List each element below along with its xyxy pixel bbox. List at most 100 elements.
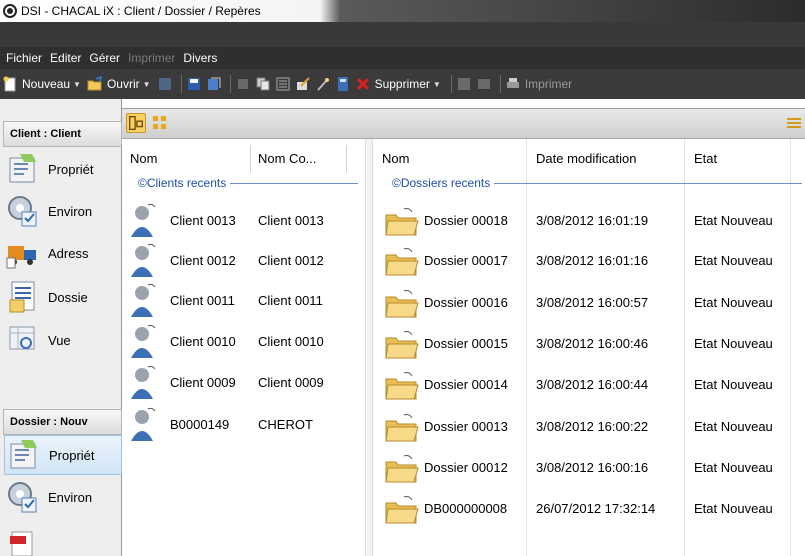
table-row[interactable]: Dossier 00013 3/08/2012 16:00:22 Etat No… bbox=[374, 407, 804, 447]
table-row[interactable]: Client 0013 Client 0013 bbox=[122, 201, 362, 241]
dossier-section-header[interactable]: Dossier : Nouv bbox=[3, 409, 122, 435]
dossier-date: 3/08/2012 16:00:57 bbox=[536, 295, 649, 310]
wizard-icon[interactable] bbox=[315, 76, 331, 92]
sidebar-item-label: Propriét bbox=[49, 447, 95, 463]
list-options-icon[interactable] bbox=[784, 113, 804, 133]
table-row[interactable]: Client 0011 Client 0011 bbox=[122, 281, 362, 321]
folder-icon bbox=[385, 330, 419, 359]
edit-icon[interactable] bbox=[295, 76, 311, 92]
table-row[interactable]: Client 0012 Client 0012 bbox=[122, 241, 362, 281]
dossier-nom: Dossier 00014 bbox=[424, 377, 508, 392]
sidebar-item-label: Adress bbox=[48, 245, 89, 261]
pdf-icon bbox=[10, 531, 33, 556]
toolbar-separator bbox=[499, 75, 501, 93]
save-all-icon[interactable] bbox=[206, 76, 222, 92]
sidebar-item-dossier-pdf[interactable] bbox=[4, 519, 122, 556]
clients-group-header[interactable]: ©Clients recents bbox=[138, 175, 358, 191]
delete-dropdown-icon[interactable]: ▼ bbox=[433, 80, 441, 89]
open-folder-icon bbox=[87, 76, 102, 91]
client-person-icon bbox=[131, 407, 156, 441]
column-divider bbox=[346, 145, 347, 173]
table-row[interactable]: Client 0010 Client 0010 bbox=[122, 322, 362, 362]
sidebar-item-client-address[interactable]: Adress bbox=[4, 233, 122, 273]
menu-fichier[interactable]: Fichier bbox=[6, 51, 42, 65]
client-nom-complet: Client 0011 bbox=[258, 293, 323, 308]
title-bar: DSI - CHACAL iX : Client / Dossier / Rep… bbox=[0, 0, 805, 22]
dossiers-group-label: ©Dossiers recents bbox=[392, 176, 491, 190]
delete-button[interactable]: Supprimer ▼ bbox=[355, 76, 441, 92]
clients-col-nom-complet[interactable]: Nom Co... bbox=[258, 147, 317, 171]
delete-button-label: Supprimer bbox=[374, 77, 430, 91]
dossier-date: 3/08/2012 16:00:44 bbox=[536, 377, 649, 392]
open-button[interactable]: Ouvrir ▼ bbox=[87, 76, 151, 92]
sidebar-item-dossier-environment[interactable]: Environ bbox=[4, 477, 122, 517]
sidebar-item-label: Propriét bbox=[48, 161, 94, 177]
table-row[interactable]: B0000149 CHEROT bbox=[122, 405, 362, 445]
dossier-date: 3/08/2012 16:01:16 bbox=[536, 253, 649, 268]
sidebar-item-dossier-properties[interactable]: Propriét bbox=[4, 435, 122, 475]
menu-divers[interactable]: Divers bbox=[183, 51, 217, 65]
menu-bar: Fichier Editer Gérer Imprimer Divers bbox=[0, 47, 805, 69]
client-nom: Client 0011 bbox=[170, 293, 235, 308]
properties-icon bbox=[10, 440, 37, 469]
new-button-label: Nouveau bbox=[22, 77, 71, 91]
copy-icon[interactable] bbox=[255, 76, 271, 92]
menu-editer[interactable]: Editer bbox=[50, 51, 81, 65]
dossiers-group-header[interactable]: ©Dossiers recents bbox=[392, 175, 802, 191]
sidebar-item-client-properties[interactable]: Propriét bbox=[4, 149, 122, 189]
group-divider-line bbox=[230, 182, 358, 184]
dossier-etat: Etat Nouveau bbox=[694, 295, 773, 310]
client-section-header[interactable]: Client : Client bbox=[3, 121, 122, 147]
client-nom-complet: Client 0010 bbox=[258, 334, 324, 349]
folder-icon bbox=[385, 495, 419, 524]
table-icon[interactable] bbox=[476, 76, 492, 92]
table-row[interactable]: Dossier 00015 3/08/2012 16:00:46 Etat No… bbox=[374, 324, 804, 364]
table-row[interactable]: Client 0009 Client 0009 bbox=[122, 363, 362, 403]
clients-group-label: ©Clients recents bbox=[138, 176, 227, 190]
table-row[interactable]: Dossier 00014 3/08/2012 16:00:44 Etat No… bbox=[374, 365, 804, 405]
print-button[interactable]: Imprimer bbox=[505, 76, 572, 92]
split-view-icon[interactable] bbox=[126, 113, 146, 133]
new-document-icon bbox=[3, 76, 16, 92]
dossiers-col-date[interactable]: Date modification bbox=[536, 147, 636, 171]
save-icon[interactable] bbox=[186, 76, 202, 92]
environment-icon bbox=[8, 196, 37, 227]
table-row[interactable]: Dossier 00018 3/08/2012 16:01:19 Etat No… bbox=[374, 201, 804, 241]
cut-icon[interactable] bbox=[235, 76, 251, 92]
open-button-label: Ouvrir bbox=[106, 77, 140, 91]
table-row[interactable]: Dossier 00017 3/08/2012 16:01:16 Etat No… bbox=[374, 241, 804, 281]
refresh-icon[interactable] bbox=[157, 76, 173, 92]
new-button[interactable]: Nouveau ▼ bbox=[2, 76, 81, 92]
dossier-nom: Dossier 00016 bbox=[424, 295, 508, 310]
app-logo-icon bbox=[3, 4, 17, 18]
dossier-date: 26/07/2012 17:32:14 bbox=[536, 501, 656, 516]
folder-icon bbox=[385, 371, 419, 400]
dossier-etat: Etat Nouveau bbox=[694, 460, 773, 475]
list-icon[interactable] bbox=[275, 76, 291, 92]
dossiers-col-nom[interactable]: Nom bbox=[382, 147, 409, 171]
pane-splitter[interactable] bbox=[365, 139, 373, 556]
open-dropdown-icon[interactable]: ▼ bbox=[143, 80, 151, 89]
sidebar-item-client-view[interactable]: Vue bbox=[4, 320, 122, 360]
delete-x-icon bbox=[356, 77, 369, 91]
new-dropdown-icon[interactable]: ▼ bbox=[73, 80, 81, 89]
clients-col-nom[interactable]: Nom bbox=[130, 147, 157, 171]
client-nom: Client 0010 bbox=[170, 334, 236, 349]
table-row[interactable]: DB000000008 26/07/2012 17:32:14 Etat Nou… bbox=[374, 489, 804, 529]
menu-gerer[interactable]: Gérer bbox=[89, 51, 120, 65]
calculator-icon[interactable] bbox=[335, 76, 351, 92]
table-row[interactable]: Dossier 00012 3/08/2012 16:00:16 Etat No… bbox=[374, 448, 804, 488]
grid-icon[interactable] bbox=[456, 76, 472, 92]
dossier-date: 3/08/2012 16:00:46 bbox=[536, 336, 649, 351]
tiles-view-icon[interactable] bbox=[150, 113, 170, 133]
sidebar-item-client-environment[interactable]: Environ bbox=[4, 191, 122, 231]
client-nom: Client 0012 bbox=[170, 253, 236, 268]
client-person-icon bbox=[131, 324, 156, 358]
folder-icon bbox=[385, 207, 419, 236]
folder-list-icon bbox=[9, 281, 35, 313]
table-row[interactable]: Dossier 00016 3/08/2012 16:00:57 Etat No… bbox=[374, 283, 804, 323]
client-person-icon bbox=[131, 243, 156, 277]
client-nom-complet: Client 0009 bbox=[258, 375, 324, 390]
dossiers-col-etat[interactable]: Etat bbox=[694, 147, 717, 171]
sidebar-item-client-dossiers[interactable]: Dossie bbox=[4, 277, 122, 317]
